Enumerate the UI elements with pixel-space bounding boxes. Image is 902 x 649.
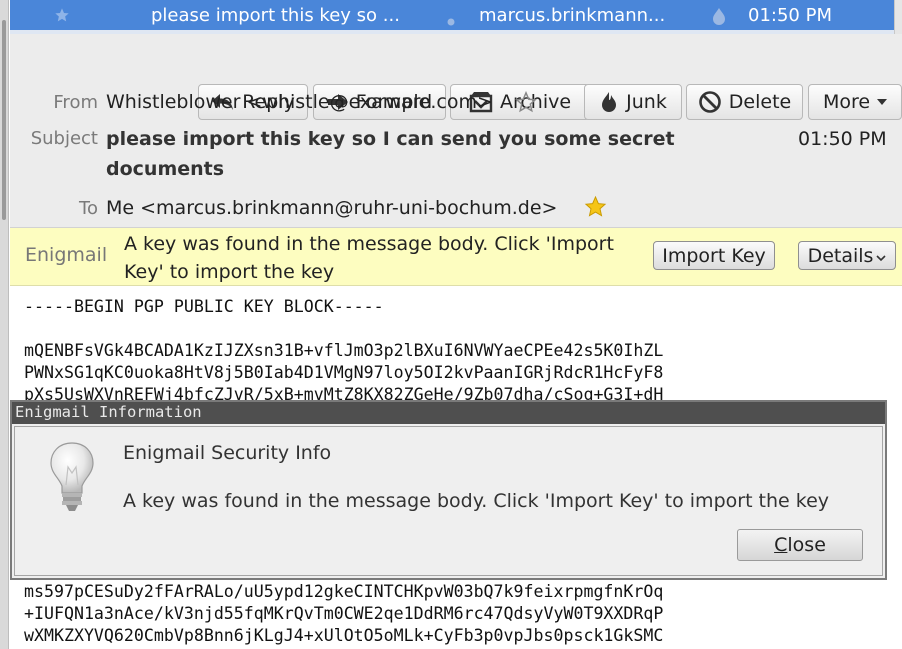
enigmail-notification-bar: Enigmail A key was found in the message … bbox=[10, 228, 902, 286]
more-label: More bbox=[822, 91, 871, 113]
message-row-sender: marcus.brinkmann... bbox=[479, 5, 666, 26]
close-button[interactable]: Close bbox=[737, 529, 863, 561]
enigmail-label: Enigmail bbox=[25, 244, 108, 266]
dialog-title[interactable]: Enigmail Information bbox=[12, 402, 885, 424]
junk-status-icon[interactable] bbox=[710, 7, 728, 32]
key-line: wXMKZXYVQ620CmbVp8Bnn6jKLgJ4+xUlOtO5oMLk… bbox=[24, 626, 664, 645]
left-scrollbar[interactable] bbox=[0, 0, 9, 649]
message-header: Reply Forward Archive Junk Delete More F… bbox=[10, 34, 902, 228]
details-button[interactable]: Details bbox=[798, 241, 896, 270]
close-label: lose bbox=[787, 534, 826, 556]
key-line: ms597pCESuDy2fFArRALo/uU5ypd12gkeCINTCHK… bbox=[24, 582, 664, 601]
enigmail-message: A key was found in the message body. Cli… bbox=[124, 233, 614, 283]
subject-label: Subject bbox=[30, 128, 98, 149]
message-row-subject: please import this key so ... bbox=[151, 5, 400, 26]
from-address[interactable]: Whistleblower <whistle@example.com> bbox=[106, 91, 493, 113]
left-scrollbar-thumb[interactable] bbox=[2, 20, 6, 220]
junk-button[interactable]: Junk bbox=[584, 84, 682, 120]
lightbulb-icon bbox=[49, 441, 95, 519]
details-label: Details bbox=[807, 244, 874, 267]
dialog-message: A key was found in the message body. Cli… bbox=[123, 490, 830, 512]
read-status-icon[interactable] bbox=[446, 11, 456, 32]
dialog-content: Enigmail Security Info A key was found i… bbox=[14, 426, 883, 576]
chevron-down-icon bbox=[876, 245, 887, 267]
subject-value: please import this key so I can send you… bbox=[106, 128, 675, 180]
junk-label: Junk bbox=[626, 91, 667, 113]
from-label: From bbox=[53, 92, 98, 113]
import-key-button[interactable]: Import Key bbox=[653, 241, 775, 270]
message-row-time: 01:50 PM bbox=[748, 5, 832, 26]
date-value: 01:50 PM bbox=[798, 128, 887, 150]
enigmail-information-dialog: Enigmail Information Enigmail Security I… bbox=[10, 400, 887, 580]
pgp-begin-line: -----BEGIN PGP PUBLIC KEY BLOCK----- bbox=[24, 297, 384, 316]
selected-message-row[interactable]: please import this key so ... marcus.bri… bbox=[10, 0, 894, 34]
key-line: mQENBFsVGk4BCADA1KzIJZXsn31B+vflJmO3p2lB… bbox=[24, 341, 664, 360]
to-address[interactable]: Me <marcus.brinkmann@ruhr-uni-bochum.de> bbox=[106, 197, 557, 219]
more-button[interactable]: More bbox=[808, 84, 902, 120]
star-outline-icon[interactable] bbox=[515, 90, 537, 117]
delete-icon bbox=[698, 90, 722, 114]
to-label: To bbox=[79, 198, 98, 219]
close-accesskey: C bbox=[774, 534, 788, 556]
star-icon[interactable] bbox=[54, 7, 70, 28]
key-line: +IUFQN1a3nAce/kV3njd55fqMKrQvTm0CWE2qe1D… bbox=[24, 604, 664, 623]
key-line: PWNxSG1qKC0uoka8HtV8j5B0Iab4D1VMgN97loy5… bbox=[24, 363, 664, 382]
delete-label: Delete bbox=[728, 91, 792, 113]
star-filled-icon[interactable] bbox=[584, 195, 607, 222]
fire-icon bbox=[599, 91, 619, 113]
delete-button[interactable]: Delete bbox=[686, 84, 803, 120]
dropdown-arrow-icon bbox=[877, 98, 888, 106]
dialog-heading: Enigmail Security Info bbox=[123, 442, 332, 464]
